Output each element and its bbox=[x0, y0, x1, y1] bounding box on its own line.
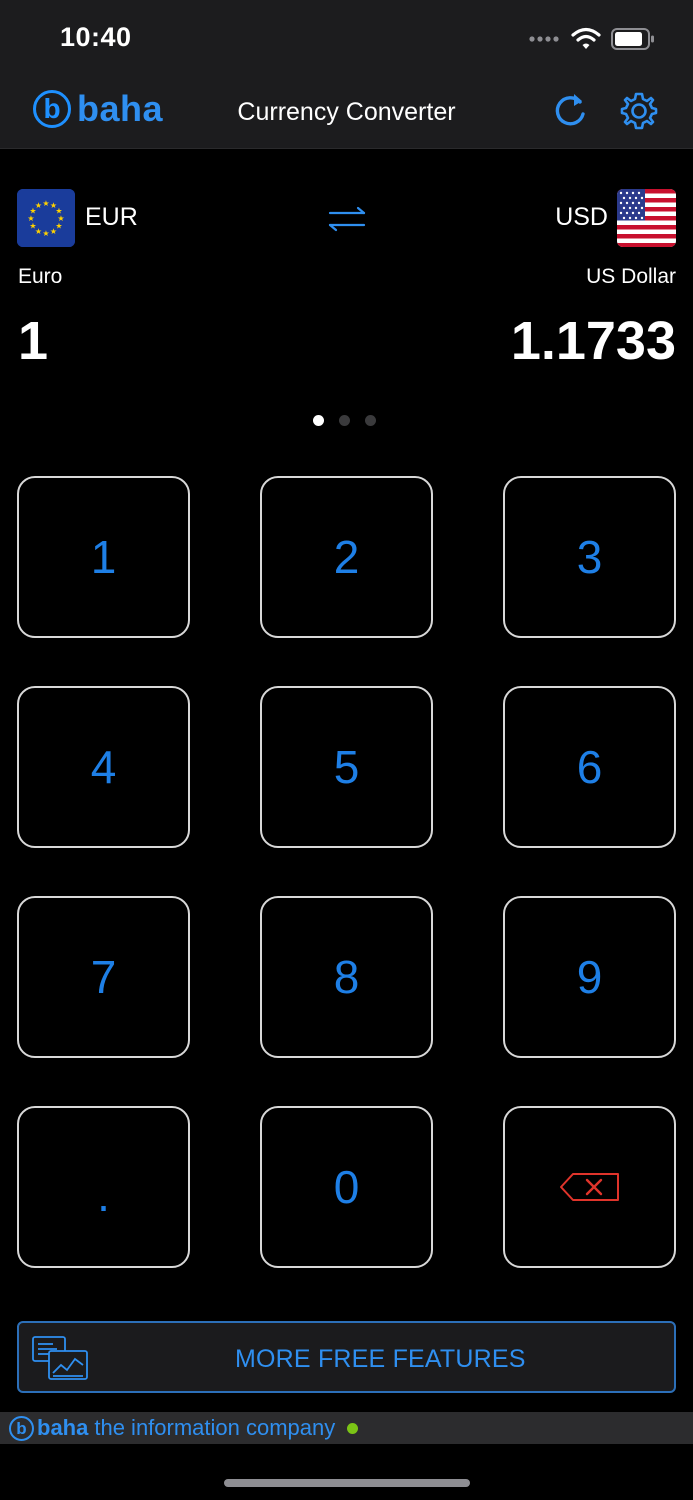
footer-logo-mark: b bbox=[9, 1415, 34, 1441]
footer-banner[interactable]: b baha the information company bbox=[0, 1412, 693, 1444]
from-currency-code[interactable]: EUR bbox=[85, 203, 138, 232]
gear-icon[interactable] bbox=[618, 90, 660, 132]
key-1[interactable]: 1 bbox=[17, 476, 190, 638]
cellular-icon bbox=[529, 36, 559, 42]
to-amount[interactable]: 1.1733 bbox=[511, 310, 676, 372]
key-4[interactable]: 4 bbox=[17, 686, 190, 848]
key-3[interactable]: 3 bbox=[503, 476, 676, 638]
status-bar: 10:40 bbox=[0, 0, 693, 78]
svg-text:★: ★ bbox=[42, 199, 49, 208]
key-decimal[interactable]: . bbox=[17, 1106, 190, 1268]
swap-arrows-icon[interactable] bbox=[326, 204, 368, 234]
svg-text:★: ★ bbox=[50, 227, 57, 236]
eu-flag-icon[interactable]: ★ ★ ★ ★ ★ ★ ★ ★ ★ ★ ★ ★ bbox=[17, 189, 75, 247]
key-9[interactable]: 9 bbox=[503, 896, 676, 1058]
nav-bar: b baha Currency Converter bbox=[0, 78, 693, 149]
status-icons bbox=[529, 24, 655, 54]
keypad: 1 2 3 4 5 6 7 8 9 . 0 bbox=[17, 476, 676, 1268]
from-currency-name: Euro bbox=[18, 265, 63, 288]
more-features-label: MORE FREE FEATURES bbox=[235, 1345, 526, 1373]
page-dot[interactable] bbox=[339, 415, 350, 426]
key-8[interactable]: 8 bbox=[260, 896, 433, 1058]
wifi-icon bbox=[571, 27, 601, 49]
home-indicator[interactable] bbox=[224, 1479, 470, 1487]
status-time: 10:40 bbox=[60, 22, 132, 52]
svg-text:★: ★ bbox=[42, 229, 49, 238]
backspace-button[interactable] bbox=[503, 1106, 676, 1268]
to-currency-name: US Dollar bbox=[586, 265, 676, 288]
svg-text:★: ★ bbox=[35, 201, 42, 210]
chart-screens-icon bbox=[32, 1336, 88, 1380]
backspace-icon bbox=[559, 1173, 619, 1201]
key-2[interactable]: 2 bbox=[260, 476, 433, 638]
key-5[interactable]: 5 bbox=[260, 686, 433, 848]
to-currency-code[interactable]: USD bbox=[555, 203, 608, 232]
footer-brand: b baha the information company bbox=[9, 1415, 359, 1441]
from-amount[interactable]: 1 bbox=[18, 310, 48, 372]
key-6[interactable]: 6 bbox=[503, 686, 676, 848]
footer-brand-name: baha bbox=[37, 1415, 89, 1440]
key-0[interactable]: 0 bbox=[260, 1106, 433, 1268]
page-indicator[interactable] bbox=[313, 415, 376, 426]
page-dot[interactable] bbox=[365, 415, 376, 426]
more-features-button[interactable]: MORE FREE FEATURES bbox=[17, 1321, 676, 1393]
us-flag-icon[interactable] bbox=[617, 189, 676, 247]
key-7[interactable]: 7 bbox=[17, 896, 190, 1058]
footer-tagline: the information company bbox=[94, 1415, 336, 1440]
status-dot bbox=[347, 1422, 359, 1434]
refresh-icon[interactable] bbox=[550, 90, 590, 130]
page-dot[interactable] bbox=[313, 415, 324, 426]
battery-icon bbox=[611, 28, 654, 50]
